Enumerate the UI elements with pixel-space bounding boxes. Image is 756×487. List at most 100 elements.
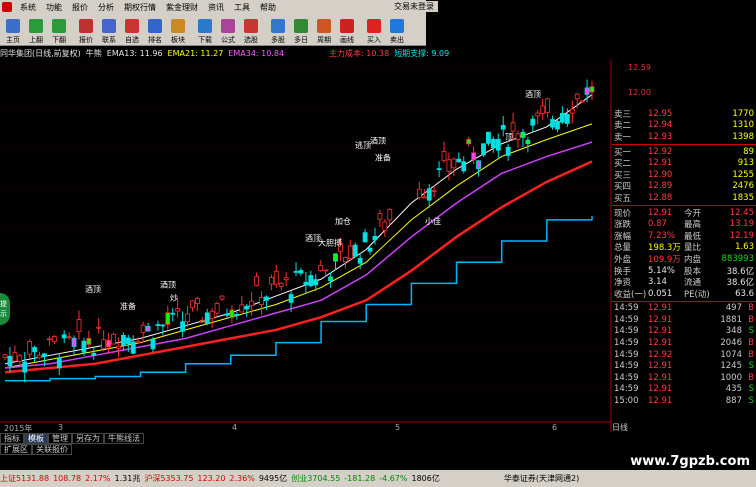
candle-body [81, 340, 87, 353]
toolbar-button[interactable]: 自选 [121, 15, 143, 45]
toolbar-button[interactable]: 报价 [75, 15, 97, 45]
download-icon [198, 19, 212, 33]
indicator-tab[interactable]: 指标 [0, 433, 24, 444]
stat-row: 换手 5.14% 股本 38.6亿 [612, 265, 756, 277]
extension-tab[interactable]: 扩展区 [0, 444, 32, 455]
order-label: 卖二 [614, 121, 632, 132]
candle-body [505, 146, 511, 156]
toolbar-button[interactable]: 选股 [240, 15, 262, 45]
toolbar-button-label: 下翻 [52, 36, 66, 44]
toolbar-button[interactable]: 联系 [98, 15, 120, 45]
sh-pct: 2.17% [85, 474, 111, 483]
toolbar-button[interactable]: 周期 [313, 15, 335, 45]
side-tip-label: 提示 [0, 300, 7, 318]
toolbar-button[interactable]: 多日 [290, 15, 312, 45]
stat-key: 股本 [684, 266, 702, 277]
kline-chart[interactable]: 酒顶 酒顶炒酒顶 逃顶 准备 准备 酒顶 加仓 大胆搏 酒顶 小佳顶 [0, 60, 612, 432]
candle-body [446, 159, 452, 172]
candle-body [461, 161, 467, 172]
toolbar-button[interactable]: 画线 [336, 15, 358, 45]
toolbar-button[interactable]: 下载 [194, 15, 216, 45]
toolbar-button[interactable]: 上翻 [25, 15, 47, 45]
toolbar-button[interactable]: 排名 [144, 15, 166, 45]
cost-value: 主力成本: 10.38 [329, 48, 390, 58]
menu-item[interactable]: 系统 [15, 2, 41, 13]
menu-item[interactable]: 期权行情 [119, 2, 161, 13]
stat-row: 外盘 109.9万 内盘 883993 [612, 253, 756, 265]
toolbar-button[interactable]: 卖出 [386, 15, 408, 45]
toolbar-button-label: 排名 [148, 36, 162, 44]
side-tip-button[interactable]: 提示 [0, 293, 10, 325]
signal-label: 大胆搏 [318, 237, 342, 247]
order-label: 买一 [614, 147, 632, 158]
trade-login-status[interactable]: 交易未登录 [390, 1, 438, 12]
toolbar-button[interactable]: 下翻 [48, 15, 70, 45]
toolbar-button[interactable]: 多股 [267, 15, 289, 45]
candle-body [111, 333, 116, 345]
arrow-up-icon [29, 19, 43, 33]
order-price: 12.95 [648, 108, 673, 119]
toolbar-button-label: 选股 [244, 36, 258, 44]
tick-volume: 497 [725, 303, 742, 314]
candle-body [451, 158, 457, 169]
signal-label: 顶 [505, 133, 513, 142]
broker-name: 华泰证券(天津网通2) [503, 474, 580, 483]
sz-amount: 9495亿 [258, 474, 288, 483]
stat-key: 涨幅 [614, 231, 632, 242]
candle-body [416, 188, 422, 199]
candle-body [120, 334, 126, 346]
tick-price: 12.91 [648, 338, 673, 349]
tick-time: 14:59 [614, 338, 639, 349]
menu-item[interactable]: 资讯 [203, 2, 229, 13]
indicator-tab[interactable]: 模板 [24, 433, 48, 444]
tick-volume: 435 [725, 384, 742, 395]
toolbar-button-label: 板块 [171, 36, 185, 44]
candle-body [135, 341, 141, 344]
rank-icon [148, 19, 162, 33]
tick-direction: S [748, 361, 754, 372]
indicator-tab[interactable]: 另存为 [72, 433, 104, 444]
order-volume: 913 [737, 158, 754, 169]
menu-item[interactable]: 分析 [93, 2, 119, 13]
tick-price: 12.92 [648, 349, 673, 360]
menu-item[interactable]: 工具 [229, 2, 255, 13]
tick-row: 14:59 12.91 497 B [612, 303, 756, 315]
sz-index[interactable]: 沪深5353.75 [144, 473, 193, 484]
watermark: www.7gpzb.com [630, 454, 750, 469]
order-volume: 1255 [732, 169, 754, 180]
toolbar-button[interactable]: 板块 [167, 15, 189, 45]
menu-item[interactable]: 报价 [67, 2, 93, 13]
sh-index[interactable]: 上证5131.88 [0, 473, 49, 484]
stat-key: 净资 [614, 278, 632, 289]
candle-body [160, 324, 166, 327]
cy-index[interactable]: 创业3704.55 [291, 473, 340, 484]
kline-chart-svg[interactable]: 酒顶 酒顶炒酒顶逃顶准备准备酒顶加仓大胆搏酒顶小佳顶 [0, 60, 612, 432]
stat-row: 收益(一) 0.051 PE(动) 63.6 [612, 288, 756, 300]
signal-label: 酒顶 [160, 281, 176, 290]
buy-row: 买二 12.91 913 [612, 157, 756, 169]
candle-body [91, 352, 97, 356]
tick-price: 12.91 [648, 303, 673, 314]
menu-black-area [426, 0, 756, 14]
candle-body [530, 118, 536, 126]
sz-change: 123.20 [197, 474, 226, 483]
toolbar-button[interactable]: 买入 [363, 15, 385, 45]
menu-item[interactable]: 紫金理财 [161, 2, 203, 13]
tick-price: 12.91 [648, 384, 673, 395]
indicator-tab[interactable]: 管理 [48, 433, 72, 444]
candle-body [308, 275, 314, 287]
menu-item[interactable]: 功能 [41, 2, 67, 13]
candle-body [574, 93, 580, 100]
toolbar-button[interactable]: 主页 [2, 15, 24, 45]
stat-value: 1.63 [735, 242, 754, 253]
tick-row: 14:59 12.92 1074 B [612, 349, 756, 361]
order-volume: 1310 [732, 120, 754, 131]
indicator-tab[interactable]: 牛熊线法 [104, 433, 144, 444]
tick-volume: 1245 [720, 361, 742, 372]
menu-item[interactable]: 帮助 [255, 2, 281, 13]
stat-key: 换手 [614, 266, 632, 277]
extension-tab[interactable]: 关联报价 [32, 444, 72, 455]
toolbar-button[interactable]: 公式 [217, 15, 239, 45]
candle-body [436, 168, 442, 171]
time-axis: 2015年 3 4 5 6 [0, 423, 612, 433]
